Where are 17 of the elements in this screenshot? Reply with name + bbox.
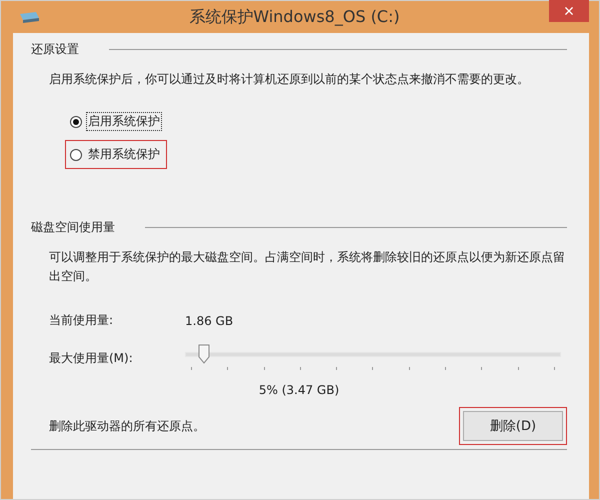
current-usage-value: 1.86 GB: [185, 314, 234, 328]
current-usage-label: 当前使用量:: [49, 312, 114, 329]
drive-icon: [18, 10, 40, 24]
usage-slider[interactable]: [185, 343, 561, 373]
section-heading: 还原设置: [31, 41, 79, 58]
radio-option[interactable]: 禁用系统保护: [65, 140, 167, 169]
slider-thumb[interactable]: [198, 344, 210, 364]
delete-button[interactable]: 删除(D): [463, 411, 563, 441]
close-button[interactable]: ×: [549, 0, 589, 22]
section-heading: 磁盘空间使用量: [31, 219, 115, 236]
max-usage-label: 最大使用量(M):: [49, 350, 134, 366]
max-usage-reading: 5% (3.47 GB): [258, 383, 340, 397]
delete-label: 删除此驱动器的所有还原点。: [49, 418, 205, 434]
window-title: 系统保护Windows8_OS (C:): [188, 6, 401, 28]
description-text: 启用系统保护后，你可以通过及时将计算机还原到以前的某个状态点来撤消不需要的更改。: [49, 71, 530, 88]
description-text: 可以调整用于系统保护的最大磁盘空间。占满空间时，系统将删除较旧的还原点以便为新还原点留出空间。: [49, 249, 566, 285]
radio-option[interactable]: 启用系统保护: [65, 107, 167, 136]
